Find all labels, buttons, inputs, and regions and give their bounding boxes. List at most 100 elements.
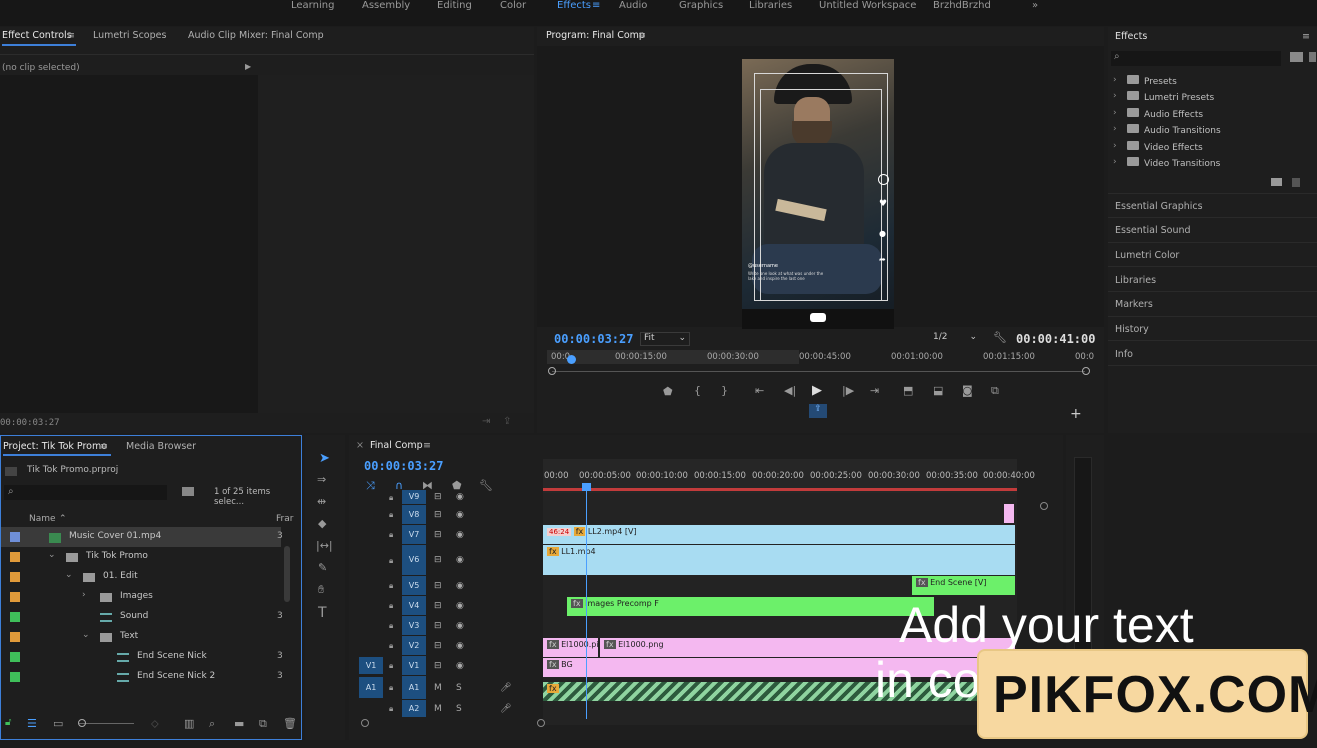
list-item[interactable]: ⌄ 01. Edit — [1, 567, 281, 587]
workspace-color[interactable]: Color — [500, 0, 526, 14]
lock-icon[interactable]: 🔒︎ — [389, 661, 393, 671]
find-icon[interactable]: ⌕ — [209, 717, 215, 731]
export-frame-icon[interactable]: ⇪ — [809, 404, 827, 418]
chevron-right-icon[interactable]: › — [1113, 108, 1117, 118]
chevron-down-icon[interactable]: ⌄ — [48, 550, 56, 560]
list-item[interactable]: Sound 3 — [1, 607, 283, 627]
clip-endscene[interactable]: fx End Scene [V] — [912, 576, 1015, 595]
lock-icon[interactable]: 🔒︎ — [389, 621, 393, 631]
panel-info[interactable]: Info — [1115, 349, 1133, 360]
trash-icon[interactable] — [1292, 178, 1300, 187]
timeline-timecode[interactable]: 00:00:03:27 — [364, 459, 443, 473]
tab-menu-icon[interactable]: ≡ — [67, 30, 75, 41]
trash-icon[interactable]: 🗑︎ — [283, 717, 297, 730]
resolution-dropdown[interactable]: 1/2 ⌄ — [930, 332, 980, 346]
label-color-swatch[interactable] — [10, 532, 20, 542]
scrollbar[interactable] — [284, 546, 290, 602]
source-patch[interactable]: V1 — [359, 657, 383, 674]
effects-folder-video-effects[interactable]: Video Effects — [1144, 143, 1203, 153]
panel-lumetri-color[interactable]: Lumetri Color — [1115, 250, 1179, 261]
effects-folder-video-transitions[interactable]: Video Transitions — [1144, 159, 1220, 169]
sequence-menu-icon[interactable]: ≡ — [423, 440, 431, 451]
step-forward-icon[interactable]: |▶ — [842, 384, 854, 397]
sync-lock-icon[interactable]: ⊟ — [434, 661, 442, 671]
playhead-handle-icon[interactable] — [582, 483, 591, 491]
workspace-custom[interactable]: BrzhdBrzhd — [933, 0, 991, 14]
chevron-right-icon[interactable]: › — [1113, 91, 1117, 101]
sync-lock-icon[interactable]: ⊟ — [434, 601, 442, 611]
lock-icon[interactable]: 🔓︎ — [5, 717, 11, 728]
clip-ll1[interactable]: fx LL1.mp4 — [543, 545, 1015, 575]
eye-icon[interactable]: ◉ — [456, 530, 464, 540]
track-label[interactable]: A1 — [402, 676, 426, 699]
list-item[interactable]: Music Cover 01.mp4 3 — [1, 527, 283, 547]
mic-icon[interactable]: 🎤︎ — [500, 683, 511, 693]
effects-folder-audio-effects[interactable]: Audio Effects — [1144, 110, 1203, 120]
panel-essential-graphics[interactable]: Essential Graphics — [1115, 201, 1203, 212]
add-marker-icon[interactable]: ⬟ — [663, 385, 673, 398]
label-color-swatch[interactable] — [10, 612, 20, 622]
sort-icon[interactable]: ⬦ — [151, 717, 159, 731]
eye-icon[interactable]: ◉ — [456, 510, 464, 520]
mark-in-icon[interactable]: { — [694, 384, 701, 397]
new-bin-icon[interactable] — [182, 487, 194, 496]
chevron-right-icon[interactable]: › — [1113, 75, 1117, 85]
track-label[interactable]: V4 — [402, 596, 426, 615]
eye-icon[interactable]: ◉ — [456, 601, 464, 611]
lock-icon[interactable]: 🔒︎ — [389, 493, 393, 503]
eye-icon[interactable]: ◉ — [456, 581, 464, 591]
eye-icon[interactable]: ◉ — [456, 555, 464, 565]
sync-lock-icon[interactable]: ⊟ — [434, 555, 442, 565]
chevron-right-icon[interactable]: › — [1113, 157, 1117, 167]
new-item-icon[interactable]: ⧉ — [259, 717, 267, 731]
go-to-out-icon[interactable]: ⇥ — [870, 384, 879, 397]
lock-icon[interactable]: 🔒︎ — [389, 556, 393, 566]
workspace-editing[interactable]: Editing — [437, 0, 472, 14]
clip-images-precomp[interactable]: fx Images Precomp F — [567, 597, 934, 616]
play-icon[interactable]: ▶ — [812, 383, 822, 398]
playhead-icon[interactable] — [567, 355, 576, 364]
close-icon[interactable]: × — [356, 440, 364, 451]
zoom-slider[interactable] — [79, 723, 134, 724]
workspace-menu-icon[interactable]: ≡ — [592, 0, 600, 14]
lock-icon[interactable]: 🔒︎ — [389, 683, 393, 693]
tab-media-browser[interactable]: Media Browser — [126, 441, 196, 452]
label-color-swatch[interactable] — [10, 652, 20, 662]
list-item[interactable]: End Scene Nick 3 — [1, 647, 283, 667]
effects-folder-audio-transitions[interactable]: Audio Transitions — [1144, 126, 1221, 136]
program-ruler[interactable]: 00:0 00:00:15:00 00:00:30:00 00:00:45:00… — [547, 350, 1094, 364]
sync-lock-icon[interactable]: ⊟ — [434, 641, 442, 651]
sync-lock-icon[interactable]: ⊟ — [434, 510, 442, 520]
new-folder-icon[interactable]: ▬ — [234, 717, 244, 730]
chevron-right-icon[interactable]: › — [82, 590, 86, 600]
razor-icon[interactable]: ◆ — [318, 517, 326, 530]
label-color-swatch[interactable] — [10, 552, 20, 562]
list-item[interactable]: End Scene Nick 2 3 — [1, 667, 283, 687]
vertical-zoom-handle[interactable] — [1040, 502, 1048, 510]
label-color-swatch[interactable] — [10, 572, 20, 582]
program-menu-icon[interactable]: ≡ — [638, 30, 646, 41]
filter-icon[interactable]: ⇥ — [482, 416, 490, 427]
timeline-playhead[interactable] — [586, 483, 587, 719]
fit-dropdown[interactable]: Fit ⌄ — [640, 332, 690, 346]
hand-icon[interactable]: ✋︎ — [318, 583, 324, 597]
ripple-edit-icon[interactable]: ⇹ — [317, 495, 326, 508]
track-label[interactable]: V2 — [402, 636, 426, 655]
track-label[interactable]: V3 — [402, 616, 426, 635]
tab-audio-clip-mixer[interactable]: Audio Clip Mixer: Final Comp — [188, 30, 324, 41]
sync-lock-icon[interactable]: ⊟ — [434, 492, 442, 502]
effects-search-input[interactable] — [1111, 51, 1281, 66]
lock-icon[interactable]: 🔒︎ — [389, 601, 393, 611]
clip-el1000-a[interactable]: fx El1000.pi — [543, 638, 598, 657]
solo-icon[interactable]: S — [456, 683, 462, 693]
lock-icon[interactable]: 🔒︎ — [389, 641, 393, 651]
selection-tool-icon[interactable]: ➤ — [319, 451, 330, 466]
tab-effect-controls[interactable]: Effect Controls — [2, 30, 72, 41]
timeline-ruler[interactable]: 00:00 00:00:05:00 00:00:10:00 00:00:15:0… — [543, 459, 1035, 493]
accelerated-icon[interactable] — [1290, 52, 1303, 62]
workspace-graphics[interactable]: Graphics — [679, 0, 723, 14]
panel-libraries[interactable]: Libraries — [1115, 275, 1156, 286]
tab-lumetri-scopes[interactable]: Lumetri Scopes — [93, 30, 166, 41]
track-label[interactable]: V1 — [402, 656, 426, 675]
type-tool-icon[interactable]: T — [318, 605, 327, 621]
